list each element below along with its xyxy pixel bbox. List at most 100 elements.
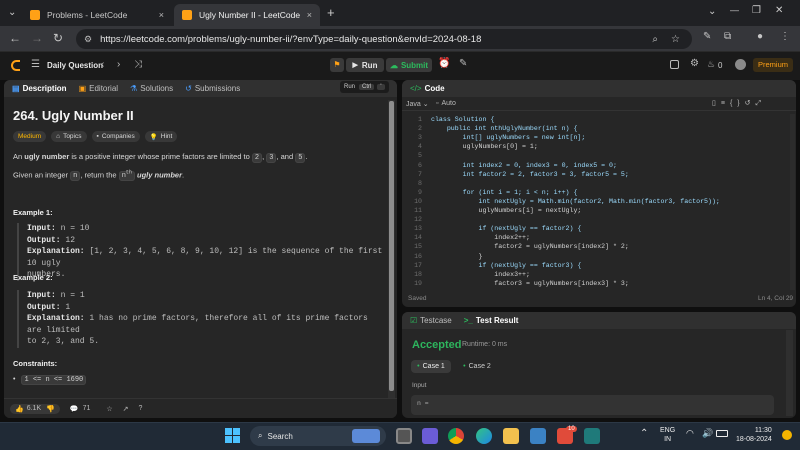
result-scrollbar[interactable] bbox=[786, 330, 793, 416]
tab-ugly-number[interactable]: Ugly Number II - LeetCode × bbox=[174, 4, 320, 26]
favorite-star-icon[interactable]: ☆ bbox=[106, 405, 112, 413]
code-line[interactable]: 14 index2++; bbox=[402, 234, 782, 243]
comments-button[interactable]: 💬 71 bbox=[70, 405, 91, 413]
auto-mode-toggle[interactable]: ▫ Auto bbox=[436, 100, 456, 107]
tab-description[interactable]: ▤ Description bbox=[12, 84, 67, 93]
language-select[interactable]: Java ⌄ bbox=[406, 100, 429, 108]
close-window-button[interactable]: ✕ bbox=[775, 5, 783, 16]
code-line[interactable]: 1 class Solution { bbox=[402, 116, 782, 125]
tab-submissions[interactable]: ↺ Submissions bbox=[185, 84, 240, 93]
shuffle-icon[interactable]: ⤨ bbox=[134, 59, 142, 70]
code-editor[interactable]: 1 class Solution {2 public int nthUglyNum… bbox=[402, 116, 790, 291]
show-hidden-icons[interactable]: ⌃ bbox=[640, 428, 648, 439]
code-line[interactable]: 3 int[] uglyNumbers = new int[n]; bbox=[402, 134, 782, 143]
close-tab-icon[interactable]: × bbox=[307, 10, 312, 20]
code-scrollbar[interactable] bbox=[790, 114, 795, 290]
braces-icon[interactable]: {} bbox=[730, 100, 745, 107]
url-bar[interactable]: ⚙ https://leetcode.com/problems/ugly-num… bbox=[76, 29, 692, 49]
code-line[interactable]: 10 int nextUgly = Math.min(factor2, Math… bbox=[402, 198, 782, 207]
windows-start-icon[interactable] bbox=[225, 428, 240, 443]
file-explorer-icon[interactable] bbox=[503, 428, 519, 444]
extensions-icon[interactable]: ⧉ bbox=[724, 31, 731, 42]
prev-problem-icon[interactable]: ‹ bbox=[101, 59, 104, 70]
problem-list-icon[interactable]: ☰ bbox=[31, 59, 40, 70]
code-line[interactable]: 9 for (int i = 1; i < n; i++) { bbox=[402, 189, 782, 198]
minimize-icon[interactable]: ⌄ bbox=[708, 6, 716, 17]
topics-chip[interactable]: ⌂ Topics bbox=[51, 131, 87, 142]
store-icon[interactable] bbox=[530, 428, 546, 444]
reload-icon[interactable]: ↻ bbox=[53, 31, 63, 45]
fullscreen-icon[interactable]: ⤢ bbox=[756, 100, 767, 107]
tab-search-icon[interactable]: ⌄ bbox=[8, 7, 16, 18]
code-line[interactable]: 6 int index2 = 0, index3 = 0, index5 = 0… bbox=[402, 162, 782, 171]
premium-button[interactable]: Premium bbox=[753, 58, 793, 72]
new-tab-button[interactable]: + bbox=[327, 5, 335, 20]
profile-icon[interactable]: ● bbox=[757, 31, 763, 42]
media-app-icon[interactable] bbox=[584, 428, 600, 444]
menu-kebab-icon[interactable]: ⋮ bbox=[780, 31, 790, 42]
companies-chip[interactable]: ▪ Companies bbox=[91, 131, 140, 142]
edit-pen-icon[interactable]: ✎ bbox=[703, 31, 711, 42]
task-view-icon[interactable] bbox=[396, 428, 412, 444]
submit-button[interactable]: ☁ Submit bbox=[386, 58, 432, 72]
debug-button[interactable]: ⚑ bbox=[330, 58, 344, 72]
site-info-icon[interactable]: ⚙ bbox=[84, 34, 92, 45]
share-icon[interactable]: ↗ bbox=[123, 405, 129, 413]
tab-editorial[interactable]: ▣ Editorial bbox=[79, 84, 118, 93]
close-tab-icon[interactable]: × bbox=[159, 10, 164, 20]
help-icon[interactable]: ? bbox=[139, 405, 143, 412]
daily-question-link[interactable]: Daily Question bbox=[47, 61, 103, 70]
left-scrollbar[interactable] bbox=[388, 100, 395, 398]
hint-chip[interactable]: 💡 Hint bbox=[144, 131, 178, 142]
code-line[interactable]: 15 factor2 = uglyNumbers[index2] * 2; bbox=[402, 243, 782, 252]
notes-icon[interactable]: ✎ bbox=[459, 58, 467, 69]
code-line[interactable]: 16 } bbox=[402, 253, 782, 262]
format-icon[interactable]: ≡ bbox=[721, 100, 730, 107]
tab-problems[interactable]: Problems - LeetCode × bbox=[22, 4, 172, 26]
chrome-icon[interactable] bbox=[448, 428, 464, 444]
code-line[interactable]: 5 bbox=[402, 152, 782, 161]
restore-button[interactable]: ❐ bbox=[752, 5, 761, 16]
settings-gear-icon[interactable]: ⚙ bbox=[690, 58, 699, 69]
notifications-icon[interactable] bbox=[782, 430, 792, 440]
layout-icon[interactable] bbox=[670, 60, 679, 69]
taskbar-search[interactable]: ⌕ Search bbox=[250, 426, 386, 446]
leetcode-logo[interactable] bbox=[11, 60, 20, 71]
volume-icon[interactable]: 🔊 bbox=[702, 428, 713, 439]
tab-test-result[interactable]: >_ Test Result bbox=[464, 316, 519, 325]
minimize-button[interactable]: — bbox=[730, 5, 739, 15]
user-avatar[interactable] bbox=[735, 59, 746, 70]
case-1-tab[interactable]: • Case 1 bbox=[411, 360, 451, 373]
bookmark-icon[interactable]: ▯ bbox=[712, 100, 721, 107]
zoom-icon[interactable]: ⌕ bbox=[652, 34, 658, 45]
timer-icon[interactable]: ⏰ bbox=[438, 58, 450, 69]
wifi-icon[interactable]: ◠ bbox=[686, 428, 694, 439]
code-line[interactable]: 2 public int nthUglyNumber(int n) { bbox=[402, 125, 782, 134]
clock[interactable]: 11:30 18-08-2024 bbox=[736, 426, 772, 444]
case-2-tab[interactable]: • Case 2 bbox=[457, 360, 497, 373]
edge-icon[interactable] bbox=[476, 428, 492, 444]
tab-solutions[interactable]: ⚗ Solutions bbox=[130, 84, 173, 93]
code-line[interactable]: 19 factor3 = uglyNumbers[index3] * 3; bbox=[402, 280, 782, 289]
left-scrollbar-thumb[interactable] bbox=[389, 101, 394, 391]
teams-chat-icon[interactable] bbox=[422, 428, 438, 444]
code-line[interactable]: 12 bbox=[402, 216, 782, 225]
battery-icon[interactable] bbox=[716, 430, 728, 437]
code-line[interactable]: 18 index3++; bbox=[402, 271, 782, 280]
bookmark-star-icon[interactable]: ☆ bbox=[671, 34, 680, 45]
code-line[interactable]: 4 uglyNumbers[0] = 1; bbox=[402, 143, 782, 152]
tab-testcase[interactable]: ☑ Testcase bbox=[410, 316, 452, 325]
code-line[interactable]: 11 uglyNumbers[i] = nextUgly; bbox=[402, 207, 782, 216]
forward-icon[interactable]: → bbox=[31, 31, 43, 45]
like-button[interactable]: 👍 6.1K 👎 bbox=[10, 403, 60, 414]
streak-fire-icon[interactable]: ♨ bbox=[707, 59, 715, 70]
code-line[interactable]: 7 int factor2 = 2, factor3 = 3, factor5 … bbox=[402, 171, 782, 180]
code-line[interactable]: 8 bbox=[402, 180, 782, 189]
code-line[interactable]: 17 if (nextUgly == factor3) { bbox=[402, 262, 782, 271]
thumbs-down-icon[interactable]: 👎 bbox=[46, 405, 55, 413]
back-icon[interactable]: ← bbox=[9, 31, 21, 45]
url-text[interactable]: https://leetcode.com/problems/ugly-numbe… bbox=[100, 34, 481, 45]
next-problem-icon[interactable]: › bbox=[117, 59, 120, 70]
reset-icon[interactable]: ↺ bbox=[745, 100, 756, 107]
language-indicator[interactable]: ENG IN bbox=[660, 426, 675, 444]
